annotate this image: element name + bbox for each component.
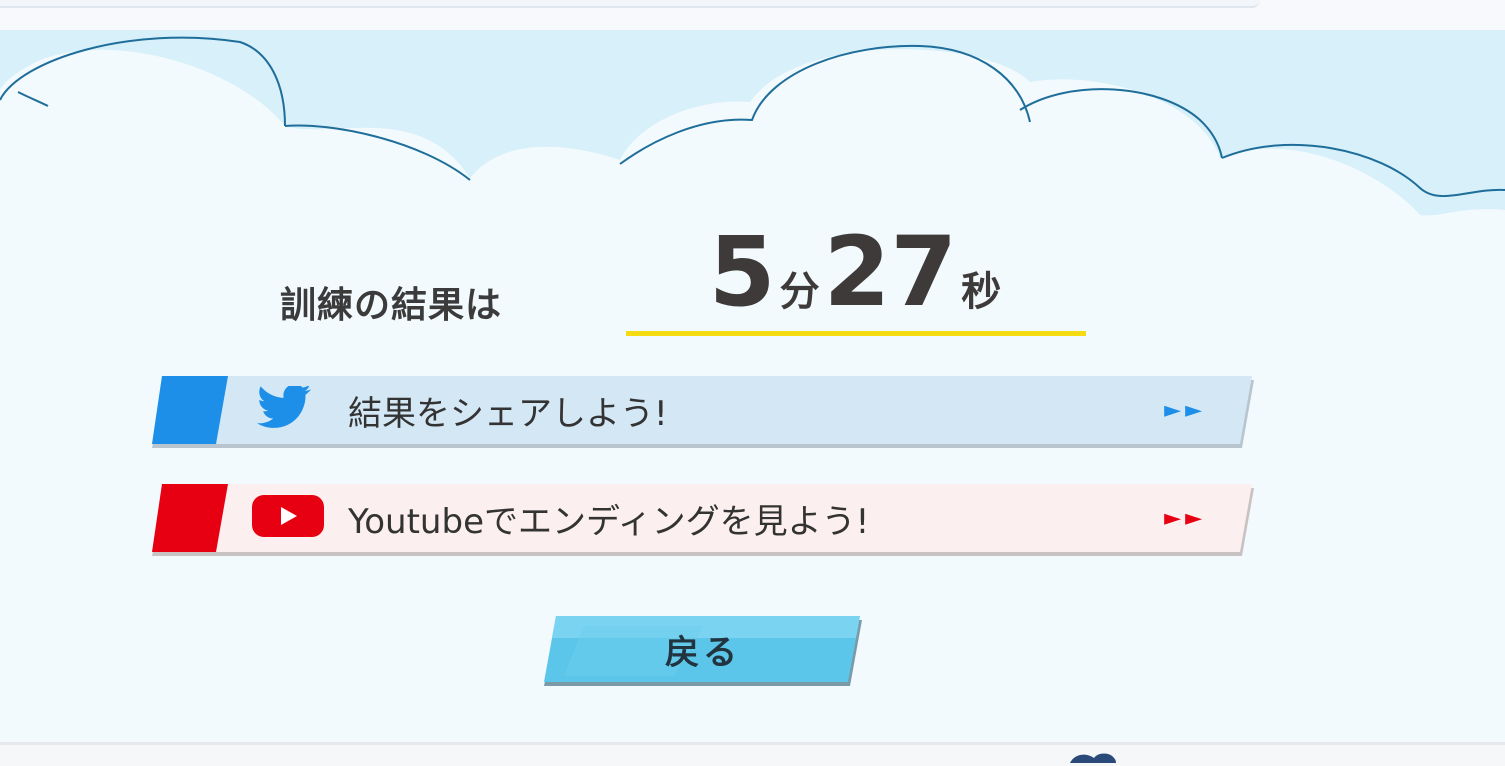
- youtube-ending-button[interactable]: Youtubeでエンディングを見よう! ►►: [152, 484, 1254, 556]
- bottom-logo-icon: [1070, 753, 1116, 763]
- result-underline: [626, 331, 1086, 336]
- back-button[interactable]: 戻る: [544, 616, 862, 686]
- twitter-share-label: 結果をシェアしよう!: [348, 393, 668, 434]
- bottom-strip: [0, 742, 1505, 766]
- result-seconds: 27: [823, 216, 958, 328]
- back-button-label: 戻る: [665, 632, 741, 673]
- cloud-decoration: [0, 30, 1505, 216]
- twitter-arrows-icon: ►►: [1164, 397, 1206, 423]
- result-seconds-unit: 秒: [961, 269, 1002, 315]
- youtube-play-icon: [252, 493, 324, 543]
- twitter-share-button[interactable]: 結果をシェアしよう! ►►: [152, 376, 1254, 448]
- youtube-ending-label: Youtubeでエンディングを見よう!: [348, 501, 870, 542]
- twitter-bird-icon: [252, 384, 324, 434]
- result-label: 訓練の結果は: [280, 285, 503, 326]
- youtube-arrows-icon: ►►: [1164, 505, 1206, 531]
- result-time: 5 分27 秒: [628, 222, 1086, 332]
- youtube-banner-content: Youtubeでエンディングを見よう!: [252, 484, 869, 552]
- top-strip-bar: [0, 0, 1260, 8]
- top-strip: [0, 0, 1505, 32]
- result-minutes-unit: 分: [779, 269, 820, 315]
- result-minutes: 5: [708, 216, 776, 328]
- twitter-banner-content: 結果をシェアしよう!: [252, 376, 668, 444]
